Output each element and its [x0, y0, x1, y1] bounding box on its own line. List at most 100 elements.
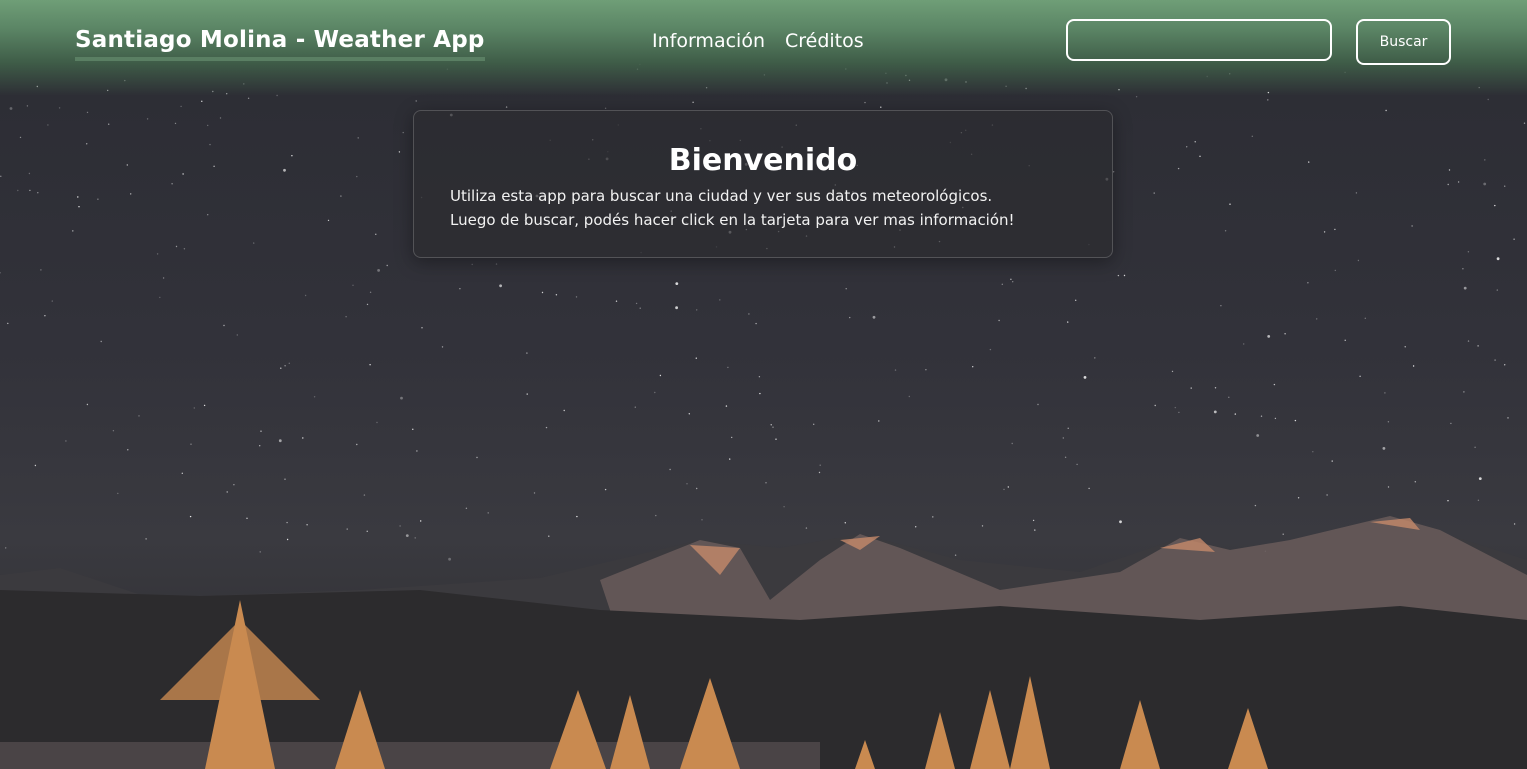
star — [1186, 146, 1188, 148]
star — [1282, 533, 1284, 535]
star — [818, 471, 821, 474]
star — [415, 100, 417, 102]
star — [1284, 333, 1286, 335]
star — [412, 428, 414, 430]
star — [615, 300, 618, 302]
star — [894, 369, 897, 371]
star — [363, 494, 366, 496]
star — [1011, 442, 1013, 445]
star — [1067, 427, 1069, 429]
star — [386, 264, 388, 267]
star — [1088, 487, 1090, 490]
star — [1483, 182, 1487, 186]
star — [1267, 335, 1271, 338]
star — [755, 322, 757, 325]
nav-link-informacion[interactable]: Información — [652, 30, 765, 52]
star — [925, 369, 927, 371]
star — [1307, 282, 1309, 284]
star — [1504, 185, 1506, 187]
star — [1447, 500, 1449, 502]
star — [1387, 486, 1390, 488]
star — [1229, 203, 1231, 205]
star — [284, 365, 286, 367]
star — [1477, 345, 1479, 347]
star — [1177, 167, 1180, 170]
star — [156, 253, 159, 255]
star — [236, 334, 238, 336]
star — [772, 426, 774, 428]
star — [1316, 318, 1318, 320]
star — [1267, 99, 1269, 101]
star — [400, 396, 403, 400]
star — [1094, 357, 1096, 359]
star — [725, 405, 728, 407]
star — [414, 537, 416, 539]
star — [138, 415, 140, 417]
star — [130, 193, 132, 195]
star — [487, 512, 489, 514]
star — [635, 302, 638, 305]
star — [1467, 340, 1470, 342]
star — [765, 482, 767, 484]
star — [954, 554, 957, 556]
star — [1220, 305, 1222, 307]
star — [302, 437, 304, 439]
star — [171, 183, 173, 185]
star — [1037, 403, 1039, 406]
star — [813, 423, 815, 425]
search-button[interactable]: Buscar — [1356, 19, 1451, 65]
star — [972, 366, 974, 368]
welcome-card: Bienvenido Utiliza esta app para buscar … — [413, 110, 1113, 258]
star — [1224, 230, 1227, 232]
star — [932, 516, 934, 518]
star — [505, 106, 508, 108]
star — [1357, 259, 1360, 262]
star — [1228, 396, 1230, 398]
star — [356, 443, 358, 446]
star — [1384, 392, 1386, 394]
star — [675, 282, 679, 285]
star — [545, 426, 548, 429]
nav-link-creditos[interactable]: Créditos — [785, 30, 864, 52]
brand-title[interactable]: Santiago Molina - Weather App — [75, 27, 485, 61]
star — [805, 527, 808, 529]
star — [1412, 365, 1415, 367]
star — [908, 395, 910, 398]
star — [313, 396, 316, 398]
star — [1119, 520, 1122, 524]
star — [845, 288, 847, 290]
star — [1064, 456, 1067, 458]
star — [639, 307, 641, 309]
star — [1117, 274, 1120, 277]
star — [1523, 122, 1526, 124]
star — [183, 248, 186, 250]
star — [28, 172, 31, 175]
star — [1496, 257, 1500, 261]
star — [286, 521, 288, 524]
city-search-input[interactable] — [1066, 19, 1332, 61]
star — [159, 296, 161, 299]
star — [1190, 387, 1192, 389]
star — [655, 514, 657, 517]
star — [421, 327, 423, 329]
star — [280, 367, 282, 369]
star — [377, 269, 380, 272]
star — [555, 294, 558, 296]
star — [748, 313, 750, 315]
star — [1178, 411, 1180, 414]
star — [97, 198, 99, 200]
star — [356, 175, 358, 178]
star — [1308, 161, 1310, 163]
star — [759, 392, 761, 395]
star — [1034, 529, 1036, 531]
star — [686, 483, 688, 485]
star — [47, 124, 49, 126]
star — [1001, 283, 1003, 285]
star — [695, 357, 697, 359]
star — [1076, 463, 1078, 466]
star — [526, 393, 528, 395]
star — [1462, 268, 1464, 270]
star — [1194, 141, 1196, 143]
star — [731, 436, 733, 439]
star — [51, 300, 53, 302]
